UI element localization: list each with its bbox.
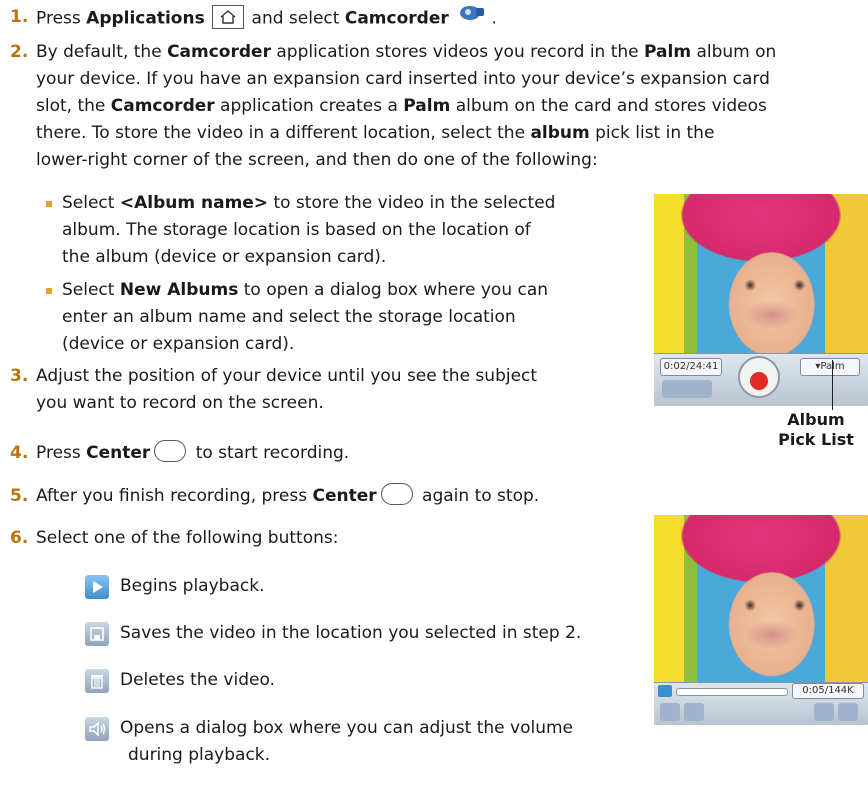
playback-screen-image: 0:05/144K: [654, 515, 868, 725]
callout-leader-line: [832, 360, 833, 410]
album-pick-list[interactable]: ▾Palm: [800, 358, 860, 376]
step-2: 2. By default, the Camcorder application…: [10, 39, 860, 179]
bullet-marker: [46, 201, 52, 207]
step-number: 2.: [10, 42, 29, 62]
bullet-new-albums: Select New Albums to open a dialog box w…: [46, 277, 622, 358]
manual-page: 1. Press Applications and select Camcord…: [0, 0, 868, 800]
save-icon: [85, 622, 109, 646]
bullet-album-name: Select <Album name> to store the video i…: [46, 190, 622, 271]
progress-bar[interactable]: [676, 688, 788, 696]
trash-icon[interactable]: [684, 703, 704, 721]
camcorder-icon: [458, 2, 486, 31]
trash-icon: [85, 669, 109, 693]
send-icon[interactable]: [838, 703, 858, 721]
center-button-icon: [380, 483, 413, 505]
step-1: 1. Press Applications and select Camcord…: [10, 4, 630, 31]
mode-icon[interactable]: [662, 380, 712, 398]
save-icon[interactable]: [660, 703, 680, 721]
camcorder-screen-image: 0:02/24:41 ▾Palm: [654, 194, 868, 406]
play-icon: [85, 575, 109, 599]
play-description: Begins playback.: [120, 576, 265, 596]
volume-description: Opens a dialog box where you can adjust …: [120, 718, 573, 765]
center-button-icon: [154, 440, 187, 462]
playback-counter: 0:05/144K: [792, 683, 864, 699]
album-pick-list-callout: Album Pick List: [778, 410, 854, 449]
camcorder-controls: 0:02/24:41 ▾Palm: [654, 353, 868, 406]
time-readout: 0:02/24:41: [660, 358, 722, 376]
bullet-marker: [46, 288, 52, 294]
play-icon[interactable]: [658, 685, 672, 697]
save-description: Saves the video in the location you sele…: [120, 623, 582, 643]
speaker-icon[interactable]: [814, 703, 834, 721]
camcorder-label: Camcorder: [344, 8, 449, 29]
step-3: 3. Adjust the position of your device un…: [10, 366, 538, 413]
speaker-icon: [85, 717, 109, 741]
applications-label: Applications: [86, 8, 205, 29]
record-button[interactable]: [738, 356, 780, 398]
delete-description: Deletes the video.: [120, 670, 275, 690]
playback-controls: 0:05/144K: [654, 682, 868, 725]
home-icon: [212, 4, 245, 29]
step-number: 1.: [10, 7, 29, 27]
